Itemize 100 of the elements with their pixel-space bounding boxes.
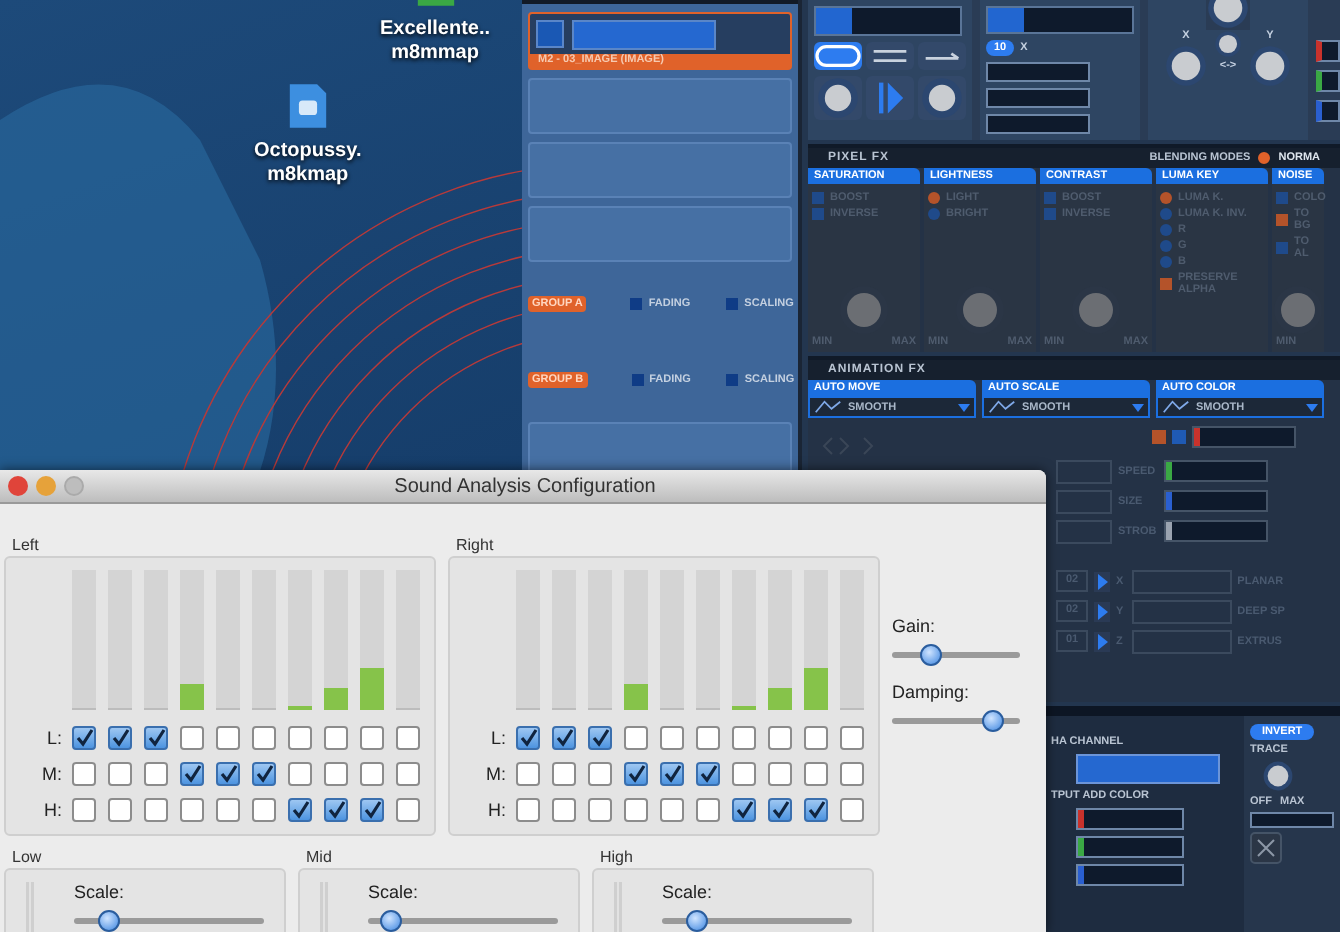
radio-button[interactable] (1160, 240, 1172, 252)
checkbox[interactable] (812, 192, 824, 204)
checkbox[interactable] (624, 726, 648, 750)
checkbox[interactable] (726, 298, 739, 310)
checkbox[interactable] (732, 798, 756, 822)
knob[interactable] (814, 76, 862, 120)
checkbox[interactable] (696, 798, 720, 822)
checkbox[interactable] (72, 798, 96, 822)
radio-button[interactable] (928, 192, 940, 204)
checkbox[interactable] (804, 762, 828, 786)
color-meter[interactable] (1164, 460, 1269, 482)
radio-button[interactable] (1160, 192, 1172, 204)
radio-button[interactable] (928, 208, 940, 220)
checkbox[interactable] (1276, 192, 1288, 204)
slider-thumb[interactable] (981, 710, 1004, 732)
forward-icon[interactable] (918, 42, 966, 70)
checkbox[interactable] (840, 726, 864, 750)
checkbox[interactable] (726, 374, 739, 386)
color-meter[interactable] (1316, 100, 1340, 122)
checkbox[interactable] (108, 762, 132, 786)
checkbox[interactable] (144, 798, 168, 822)
checkbox[interactable] (108, 726, 132, 750)
checkbox[interactable] (180, 762, 204, 786)
knob[interactable] (1262, 760, 1294, 792)
radio-button[interactable] (1160, 208, 1172, 220)
checkbox[interactable] (1044, 192, 1056, 204)
checkbox[interactable] (624, 798, 648, 822)
checkbox[interactable] (216, 762, 240, 786)
close-icon[interactable] (1250, 832, 1282, 864)
knob[interactable] (1164, 44, 1208, 88)
checkbox[interactable] (216, 798, 240, 822)
checkbox[interactable] (396, 762, 420, 786)
radio-button[interactable] (1160, 256, 1172, 268)
checkbox[interactable] (288, 726, 312, 750)
checkbox[interactable] (768, 762, 792, 786)
checkbox[interactable] (768, 798, 792, 822)
checkbox[interactable] (360, 762, 384, 786)
play-icon[interactable] (1094, 571, 1110, 591)
checkbox[interactable] (288, 762, 312, 786)
checkbox[interactable] (252, 726, 276, 750)
checkbox[interactable] (360, 798, 384, 822)
checkbox[interactable] (732, 762, 756, 786)
checkbox[interactable] (144, 726, 168, 750)
checkbox[interactable] (840, 762, 864, 786)
color-meter[interactable] (1316, 70, 1340, 92)
checkbox[interactable] (396, 726, 420, 750)
checkbox[interactable] (660, 798, 684, 822)
checkbox[interactable] (108, 798, 132, 822)
checkbox[interactable] (660, 726, 684, 750)
checkbox[interactable] (516, 762, 540, 786)
checkbox[interactable] (288, 798, 312, 822)
radio-button[interactable] (1160, 224, 1172, 236)
checkbox[interactable] (812, 208, 824, 220)
play-icon[interactable] (1094, 601, 1110, 621)
checkbox[interactable] (180, 726, 204, 750)
checkbox[interactable] (768, 726, 792, 750)
checkbox[interactable] (1044, 208, 1056, 220)
color-meter[interactable] (1192, 426, 1296, 448)
checkbox[interactable] (360, 726, 384, 750)
level-meter[interactable] (986, 61, 1090, 82)
radio-button[interactable] (1258, 152, 1271, 164)
document-icon[interactable] (287, 82, 328, 130)
checkbox[interactable] (396, 798, 420, 822)
checkbox[interactable] (180, 798, 204, 822)
zoom-button[interactable] (64, 476, 84, 496)
checkbox[interactable] (696, 762, 720, 786)
checkbox[interactable] (804, 798, 828, 822)
checkbox[interactable] (696, 726, 720, 750)
checkbox[interactable] (516, 726, 540, 750)
level-meter[interactable] (986, 113, 1090, 134)
checkbox[interactable] (840, 798, 864, 822)
checkbox[interactable] (324, 726, 348, 750)
checkbox[interactable] (552, 762, 576, 786)
checkbox[interactable] (630, 298, 643, 310)
checkbox[interactable] (588, 798, 612, 822)
checkbox[interactable] (552, 726, 576, 750)
checkbox[interactable] (1160, 278, 1172, 290)
checkbox[interactable] (252, 798, 276, 822)
checkbox[interactable] (252, 762, 276, 786)
checkbox[interactable] (1276, 214, 1288, 226)
file-name[interactable]: Octopussy. m8kmap (254, 140, 362, 188)
level-meter[interactable] (1250, 812, 1334, 828)
slider-thumb[interactable] (98, 910, 121, 932)
slider-thumb[interactable] (380, 910, 403, 932)
segment-meter[interactable] (986, 6, 1134, 34)
color-meter[interactable] (1316, 40, 1340, 62)
file-name[interactable]: Excellente.. m8mmap (380, 18, 491, 66)
checkbox[interactable] (552, 798, 576, 822)
color-meter[interactable] (1075, 808, 1184, 830)
checkbox[interactable] (72, 726, 96, 750)
checkbox[interactable] (660, 762, 684, 786)
color-meter[interactable] (1164, 520, 1269, 542)
color-meter[interactable] (1075, 836, 1184, 858)
knob[interactable] (1214, 30, 1242, 58)
checkbox[interactable] (732, 726, 756, 750)
color-meter[interactable] (1075, 864, 1184, 886)
checkbox[interactable] (324, 762, 348, 786)
level-meter[interactable] (986, 87, 1090, 108)
knob[interactable] (1248, 44, 1292, 88)
checkbox[interactable] (624, 762, 648, 786)
